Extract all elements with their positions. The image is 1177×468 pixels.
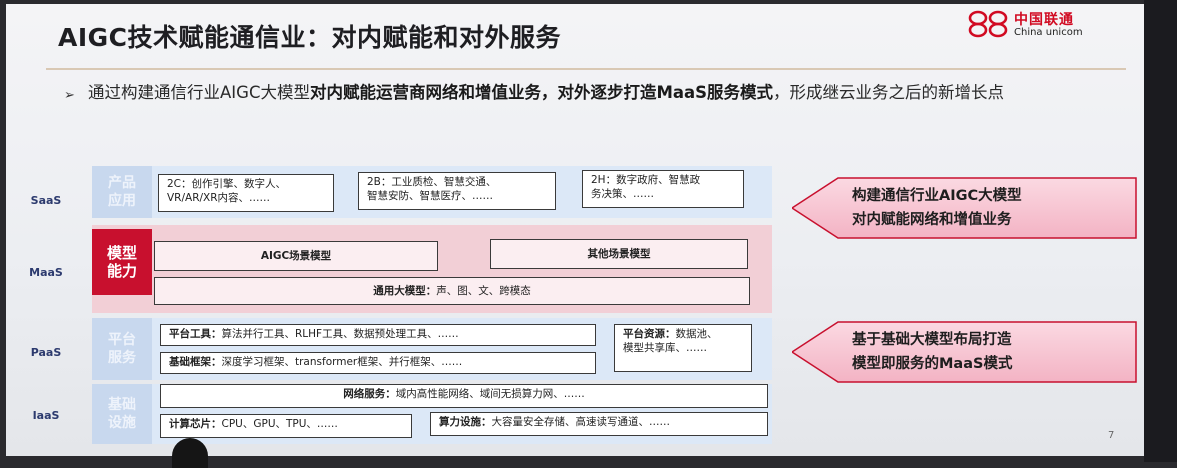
page-number: 7 <box>1108 430 1115 441</box>
china-unicom-logo: 中国联通 China unicom <box>966 7 1106 45</box>
callout-aigc-text: 构建通信行业AIGC大模型 对内赋能网络和增值业务 <box>852 184 1132 232</box>
general-model-box: 通用大模型： 声、图、文、跨模态 <box>154 277 750 305</box>
intro-part1: 通过构建通信行业AIGC大模型 <box>88 83 310 102</box>
layer-label-iaas: IaaS <box>32 409 60 422</box>
iaas-category: 基础 设施 <box>92 384 152 444</box>
network-service-box: 网络服务：域内高性能网络、域间无损算力网、…… <box>160 384 768 408</box>
network-service-text: 域内高性能网络、域间无损算力网、…… <box>395 388 585 400</box>
callout-1-line1: 构建通信行业AIGC大模型 <box>852 188 1022 204</box>
compute-facility-text: 大容量安全存储、高速读写通道、…… <box>491 416 671 428</box>
unicom-knot-icon <box>968 10 1008 38</box>
base-framework-box: 基础框架：深度学习框架、transformer框架、并行框架、…… <box>160 352 596 374</box>
platform-tools-box: 平台工具：算法并行工具、RLHF工具、数据预处理工具、…… <box>160 324 596 346</box>
compute-chips-box: 计算芯片：CPU、GPU、TPU、…… <box>160 414 412 438</box>
callout-maas-text: 基于基础大模型布局打造 模型即服务的MaaS模式 <box>852 328 1132 376</box>
platform-resources-box: 平台资源：数据池、 模型共享库、…… <box>614 324 752 372</box>
intro-part2: 对内赋能运营商网络和增值业务，对外逐步打造MaaS服务模式 <box>309 83 774 102</box>
compute-facility-box: 算力设施：大容量安全存储、高速读写通道、…… <box>430 412 768 436</box>
maas-category: 模型 能力 <box>92 229 152 295</box>
platform-resources-label: 平台资源： <box>623 328 676 340</box>
general-model-text: 声、图、文、跨模态 <box>436 285 531 297</box>
callout-maas-mode: 基于基础大模型布局打造 模型即服务的MaaS模式 <box>792 320 1142 384</box>
logo-text-en: China unicom <box>1014 27 1083 38</box>
callout-2-line2: 模型即服务的MaaS模式 <box>852 356 1013 372</box>
other-scene-model-box: 其他场景模型 <box>490 239 748 269</box>
base-framework-label: 基础框架： <box>169 356 222 368</box>
audience-head <box>172 438 208 468</box>
title-divider <box>46 68 1126 70</box>
layer-label-paas: PaaS <box>30 346 62 359</box>
slide-title: AIGC技术赋能通信业：对内赋能和对外服务 <box>58 23 562 52</box>
callout-1-line2: 对内赋能网络和增值业务 <box>852 212 1012 228</box>
slide: AIGC技术赋能通信业：对内赋能和对外服务 中国联通 China unicom … <box>6 4 1144 456</box>
intro-part3: ，形成继云业务之后的新增长点 <box>773 83 1005 102</box>
iaas-layer: 基础 设施 网络服务：域内高性能网络、域间无损算力网、…… 计算芯片：CPU、G… <box>92 384 772 444</box>
compute-chips-text: CPU、GPU、TPU、…… <box>221 418 338 430</box>
layer-label-maas: MaaS <box>29 266 63 279</box>
bullet-arrow-icon: ➢ <box>64 88 75 103</box>
aigc-scene-model-box: AIGC场景模型 <box>154 241 438 271</box>
maas-layer: 模型 能力 AIGC场景模型 其他场景模型 通用大模型： 声、图、文、跨模态 <box>92 225 772 313</box>
base-framework-text: 深度学习框架、transformer框架、并行框架、…… <box>221 356 463 368</box>
layer-label-saas: SaaS <box>30 194 62 207</box>
compute-chips-label: 计算芯片： <box>169 418 222 430</box>
intro-paragraph: 通过构建通信行业AIGC大模型对内赋能运营商网络和增值业务，对外逐步打造MaaS… <box>88 78 1118 108</box>
general-model-label: 通用大模型： <box>373 285 437 297</box>
logo-text-cn: 中国联通 <box>1014 12 1074 28</box>
saas-2b-box: 2B：工业质检、智慧交通、 智慧安防、智慧医疗、…… <box>358 172 556 210</box>
saas-2c-box: 2C：创作引擎、数字人、 VR/AR/XR内容、…… <box>158 174 334 212</box>
saas-layer: 产品 应用 2C：创作引擎、数字人、 VR/AR/XR内容、…… 2B：工业质检… <box>92 166 772 218</box>
platform-tools-label: 平台工具： <box>169 328 222 340</box>
paas-category: 平台 服务 <box>92 318 152 380</box>
saas-category: 产品 应用 <box>92 166 152 218</box>
compute-facility-label: 算力设施： <box>439 416 492 428</box>
callout-2-line1: 基于基础大模型布局打造 <box>852 332 1012 348</box>
saas-2h-box: 2H：数字政府、智慧政 务决策、…… <box>582 170 744 208</box>
callout-aigc-model: 构建通信行业AIGC大模型 对内赋能网络和增值业务 <box>792 176 1142 240</box>
projector-edge <box>1144 0 1177 462</box>
paas-layer: 平台 服务 平台工具：算法并行工具、RLHF工具、数据预处理工具、…… 基础框架… <box>92 318 772 380</box>
platform-tools-text: 算法并行工具、RLHF工具、数据预处理工具、…… <box>221 328 459 340</box>
network-service-label: 网络服务： <box>343 388 396 400</box>
